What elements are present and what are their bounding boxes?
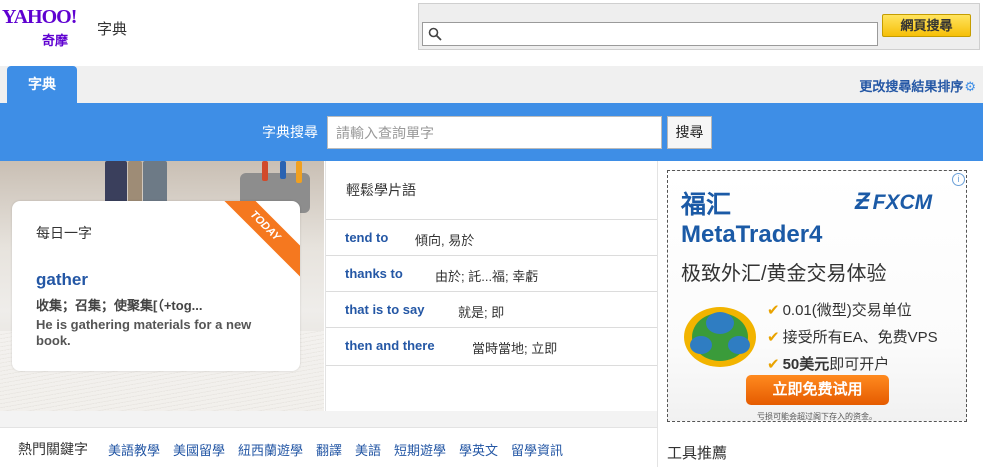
word-of-day-card[interactable]: 每日一字 TODAY gather 收集；召集；使聚集[（+tog... He … bbox=[12, 201, 300, 371]
hot-keyword-link[interactable]: 翻譯 bbox=[316, 440, 342, 459]
word-of-day-title: 每日一字 bbox=[36, 225, 92, 241]
hot-keyword-link[interactable]: 留學資訊 bbox=[511, 440, 563, 459]
dictionary-search-bar: 字典搜尋 搜尋 bbox=[0, 103, 983, 161]
logo-kimo-text: 奇摩 bbox=[42, 33, 69, 48]
ad-title: 福汇 bbox=[681, 191, 732, 219]
phrase-english[interactable]: then and there bbox=[345, 338, 435, 353]
tools-recommend-title: 工具推薦 bbox=[667, 445, 728, 462]
fxcm-logo-icon: Ƶ bbox=[855, 188, 870, 215]
ad-brand-text: FXCM bbox=[872, 191, 933, 214]
ad-headline: MetaTrader4 bbox=[681, 221, 823, 248]
hot-keyword-link[interactable]: 美國留學 bbox=[173, 440, 225, 459]
check-icon: ✔ bbox=[767, 302, 780, 319]
word-of-day-definition: 收集；召集；使聚集[（+tog... bbox=[36, 298, 203, 313]
web-search-box bbox=[422, 22, 878, 46]
phrase-row[interactable]: tend to 傾向, 易於 bbox=[326, 219, 658, 255]
background-pencil bbox=[262, 161, 268, 181]
ad-bullet-text: 即可开户 bbox=[829, 356, 890, 373]
ad-brand-logo: Ƶ FXCM bbox=[855, 188, 932, 216]
hot-keyword-link[interactable]: 短期遊學 bbox=[394, 440, 446, 459]
ad-disclaimer: 亏损可能会超过阁下存入的资金。 bbox=[757, 412, 877, 421]
hot-keyword-link[interactable]: 學英文 bbox=[459, 440, 498, 459]
ad-bullet: ✔ 接受所有EA、免费VPS bbox=[767, 326, 938, 347]
search-icon bbox=[428, 27, 442, 41]
dictionary-search-input[interactable] bbox=[327, 116, 662, 149]
ad-info-icon[interactable]: i bbox=[952, 173, 965, 186]
logo-yahoo-text: YAHOO! bbox=[2, 6, 77, 28]
phrases-panel: 輕鬆學片語 tend to 傾向, 易於 thanks to 由於; 託...福… bbox=[325, 161, 658, 411]
metatrader-globe-icon bbox=[684, 307, 756, 367]
ad-bullet-text: 0.01(微型)交易单位 bbox=[782, 302, 912, 319]
phrases-title: 輕鬆學片語 bbox=[346, 182, 416, 198]
background-pencil bbox=[296, 161, 302, 183]
phrase-chinese: 由於; 託...福; 幸虧 bbox=[435, 269, 539, 284]
word-of-day-word[interactable]: gather bbox=[36, 270, 88, 290]
hot-keywords-label: 熱門關鍵字 bbox=[18, 441, 88, 457]
gear-icon: ⚙ bbox=[964, 79, 976, 94]
tab-row: 字典 更改搜尋結果排序⚙ bbox=[0, 66, 983, 103]
hot-keyword-link[interactable]: 紐西蘭遊學 bbox=[238, 440, 303, 459]
ad-bullet: ✔ 0.01(微型)交易单位 bbox=[767, 299, 912, 320]
phrase-english[interactable]: that is to say bbox=[345, 302, 424, 317]
ad-cta-button[interactable]: 立即免费试用 bbox=[746, 375, 889, 405]
yahoo-dictionary-logo[interactable]: YAHOO! 奇摩 字典 bbox=[2, 4, 142, 48]
ad-bullet: ✔ 50美元即可开户 bbox=[767, 353, 889, 374]
ad-bullet-highlight: 50美元 bbox=[782, 356, 830, 373]
change-sort-label: 更改搜尋結果排序 bbox=[859, 79, 964, 94]
web-search-button[interactable]: 網頁搜尋 bbox=[882, 14, 971, 37]
phrase-english[interactable]: tend to bbox=[345, 230, 388, 245]
word-of-day-example: He is gathering materials for a new book… bbox=[36, 317, 252, 348]
today-ribbon: TODAY bbox=[211, 201, 300, 280]
logo-dict-text: 字典 bbox=[97, 21, 128, 38]
right-column: i 福汇 Ƶ FXCM MetaTrader4 极致外汇/黄金交易体验 ✔ 0.01… bbox=[657, 161, 983, 467]
dictionary-search-button[interactable]: 搜尋 bbox=[667, 116, 712, 149]
phrase-chinese: 當時當地; 立即 bbox=[472, 341, 558, 356]
phrase-chinese: 傾向, 易於 bbox=[415, 233, 475, 248]
background-pencil bbox=[280, 161, 286, 179]
ad-bullet-text: 接受所有EA、免费VPS bbox=[782, 329, 938, 346]
section-separator bbox=[0, 411, 657, 427]
page: YAHOO! 奇摩 字典 網頁搜尋 字典 更改搜尋結果排序⚙ 字典搜尋 搜尋 bbox=[0, 0, 983, 467]
hot-keyword-link[interactable]: 美語 bbox=[355, 440, 381, 459]
phrase-chinese: 就是; 即 bbox=[458, 305, 505, 320]
fxcm-ad-banner[interactable]: i 福汇 Ƶ FXCM MetaTrader4 极致外汇/黄金交易体验 ✔ 0.01… bbox=[667, 170, 967, 422]
divider bbox=[326, 365, 658, 366]
web-search-input[interactable] bbox=[445, 24, 873, 44]
tab-dictionary[interactable]: 字典 bbox=[7, 66, 77, 103]
web-search-bar: 網頁搜尋 bbox=[418, 3, 980, 50]
dictionary-search-label: 字典搜尋 bbox=[262, 124, 318, 140]
hot-keyword-link[interactable]: 美語教學 bbox=[108, 440, 160, 459]
phrase-row[interactable]: thanks to 由於; 託...福; 幸虧 bbox=[326, 255, 658, 291]
check-icon: ✔ bbox=[767, 329, 780, 346]
ad-subtitle: 极致外汇/黄金交易体验 bbox=[681, 263, 887, 285]
check-icon: ✔ bbox=[767, 356, 780, 373]
hot-keywords-bar: 熱門關鍵字 美語教學 美國留學 紐西蘭遊學 翻譯 美語 短期遊學 學英文 留學資… bbox=[0, 427, 657, 467]
phrase-english[interactable]: thanks to bbox=[345, 266, 403, 281]
phrase-row[interactable]: that is to say 就是; 即 bbox=[326, 291, 658, 327]
change-sort-link[interactable]: 更改搜尋結果排序⚙ bbox=[859, 76, 976, 95]
phrase-row[interactable]: then and there 當時當地; 立即 bbox=[326, 327, 658, 363]
